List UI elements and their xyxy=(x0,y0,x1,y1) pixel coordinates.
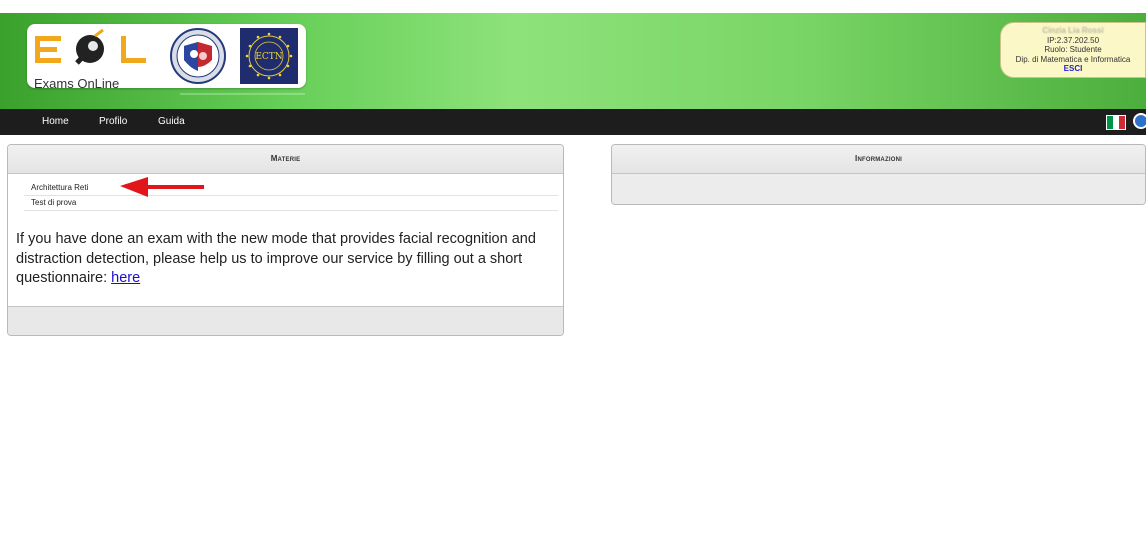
informazioni-panel: Informazioni xyxy=(611,144,1146,205)
subject-item-test-di-prova[interactable]: Test di prova xyxy=(24,196,558,211)
user-department: Dip. di Matematica e Informatica xyxy=(1015,54,1131,64)
notice-text: If you have done an exam with the new mo… xyxy=(16,231,536,286)
ectn-logo-icon: ECTN xyxy=(240,28,298,84)
materie-panel: Materie Architettura Reti Test di prova … xyxy=(7,144,564,336)
nav-guida[interactable]: Guida xyxy=(158,116,185,127)
user-ip: IP:2.37.202.50 xyxy=(1046,35,1100,45)
user-info-box: Cinzia Lia Rossi IP:2.37.202.50 Ruolo: S… xyxy=(1000,22,1146,78)
materie-title: Materie xyxy=(8,145,563,174)
informazioni-body xyxy=(612,174,1145,204)
logo-caption: Exams OnLine xyxy=(34,76,120,91)
user-role: Ruolo: Studente xyxy=(1044,45,1102,54)
informazioni-title: Informazioni xyxy=(612,145,1145,174)
nav-profilo[interactable]: Profilo xyxy=(99,116,127,127)
subject-item-architettura-reti[interactable]: Architettura Reti xyxy=(24,181,558,196)
questionnaire-notice: If you have done an exam with the new mo… xyxy=(16,230,546,289)
header-divider xyxy=(180,93,305,95)
logout-link[interactable]: ESCI xyxy=(1001,64,1145,74)
nav-home[interactable]: Home xyxy=(42,116,69,127)
materie-footer xyxy=(8,306,563,335)
italian-flag-icon[interactable] xyxy=(1106,115,1126,130)
language-globe-icon[interactable] xyxy=(1133,113,1146,129)
app-header: Exams OnLine ECTN Cinzia Lia Rossi IP:2.… xyxy=(0,13,1146,109)
subject-list: Architettura Reti Test di prova xyxy=(24,181,558,211)
university-seal-icon xyxy=(170,28,226,84)
user-name: Cinzia Lia Rossi xyxy=(1042,26,1104,35)
main-navbar: Home Profilo Guida xyxy=(0,109,1146,135)
logo-panel[interactable]: Exams OnLine ECTN xyxy=(27,24,306,91)
questionnaire-link[interactable]: here xyxy=(111,270,140,286)
red-arrow-icon xyxy=(120,177,204,197)
ectn-seal-label: ECTN xyxy=(255,52,282,62)
eol-logo-icon xyxy=(35,28,146,65)
